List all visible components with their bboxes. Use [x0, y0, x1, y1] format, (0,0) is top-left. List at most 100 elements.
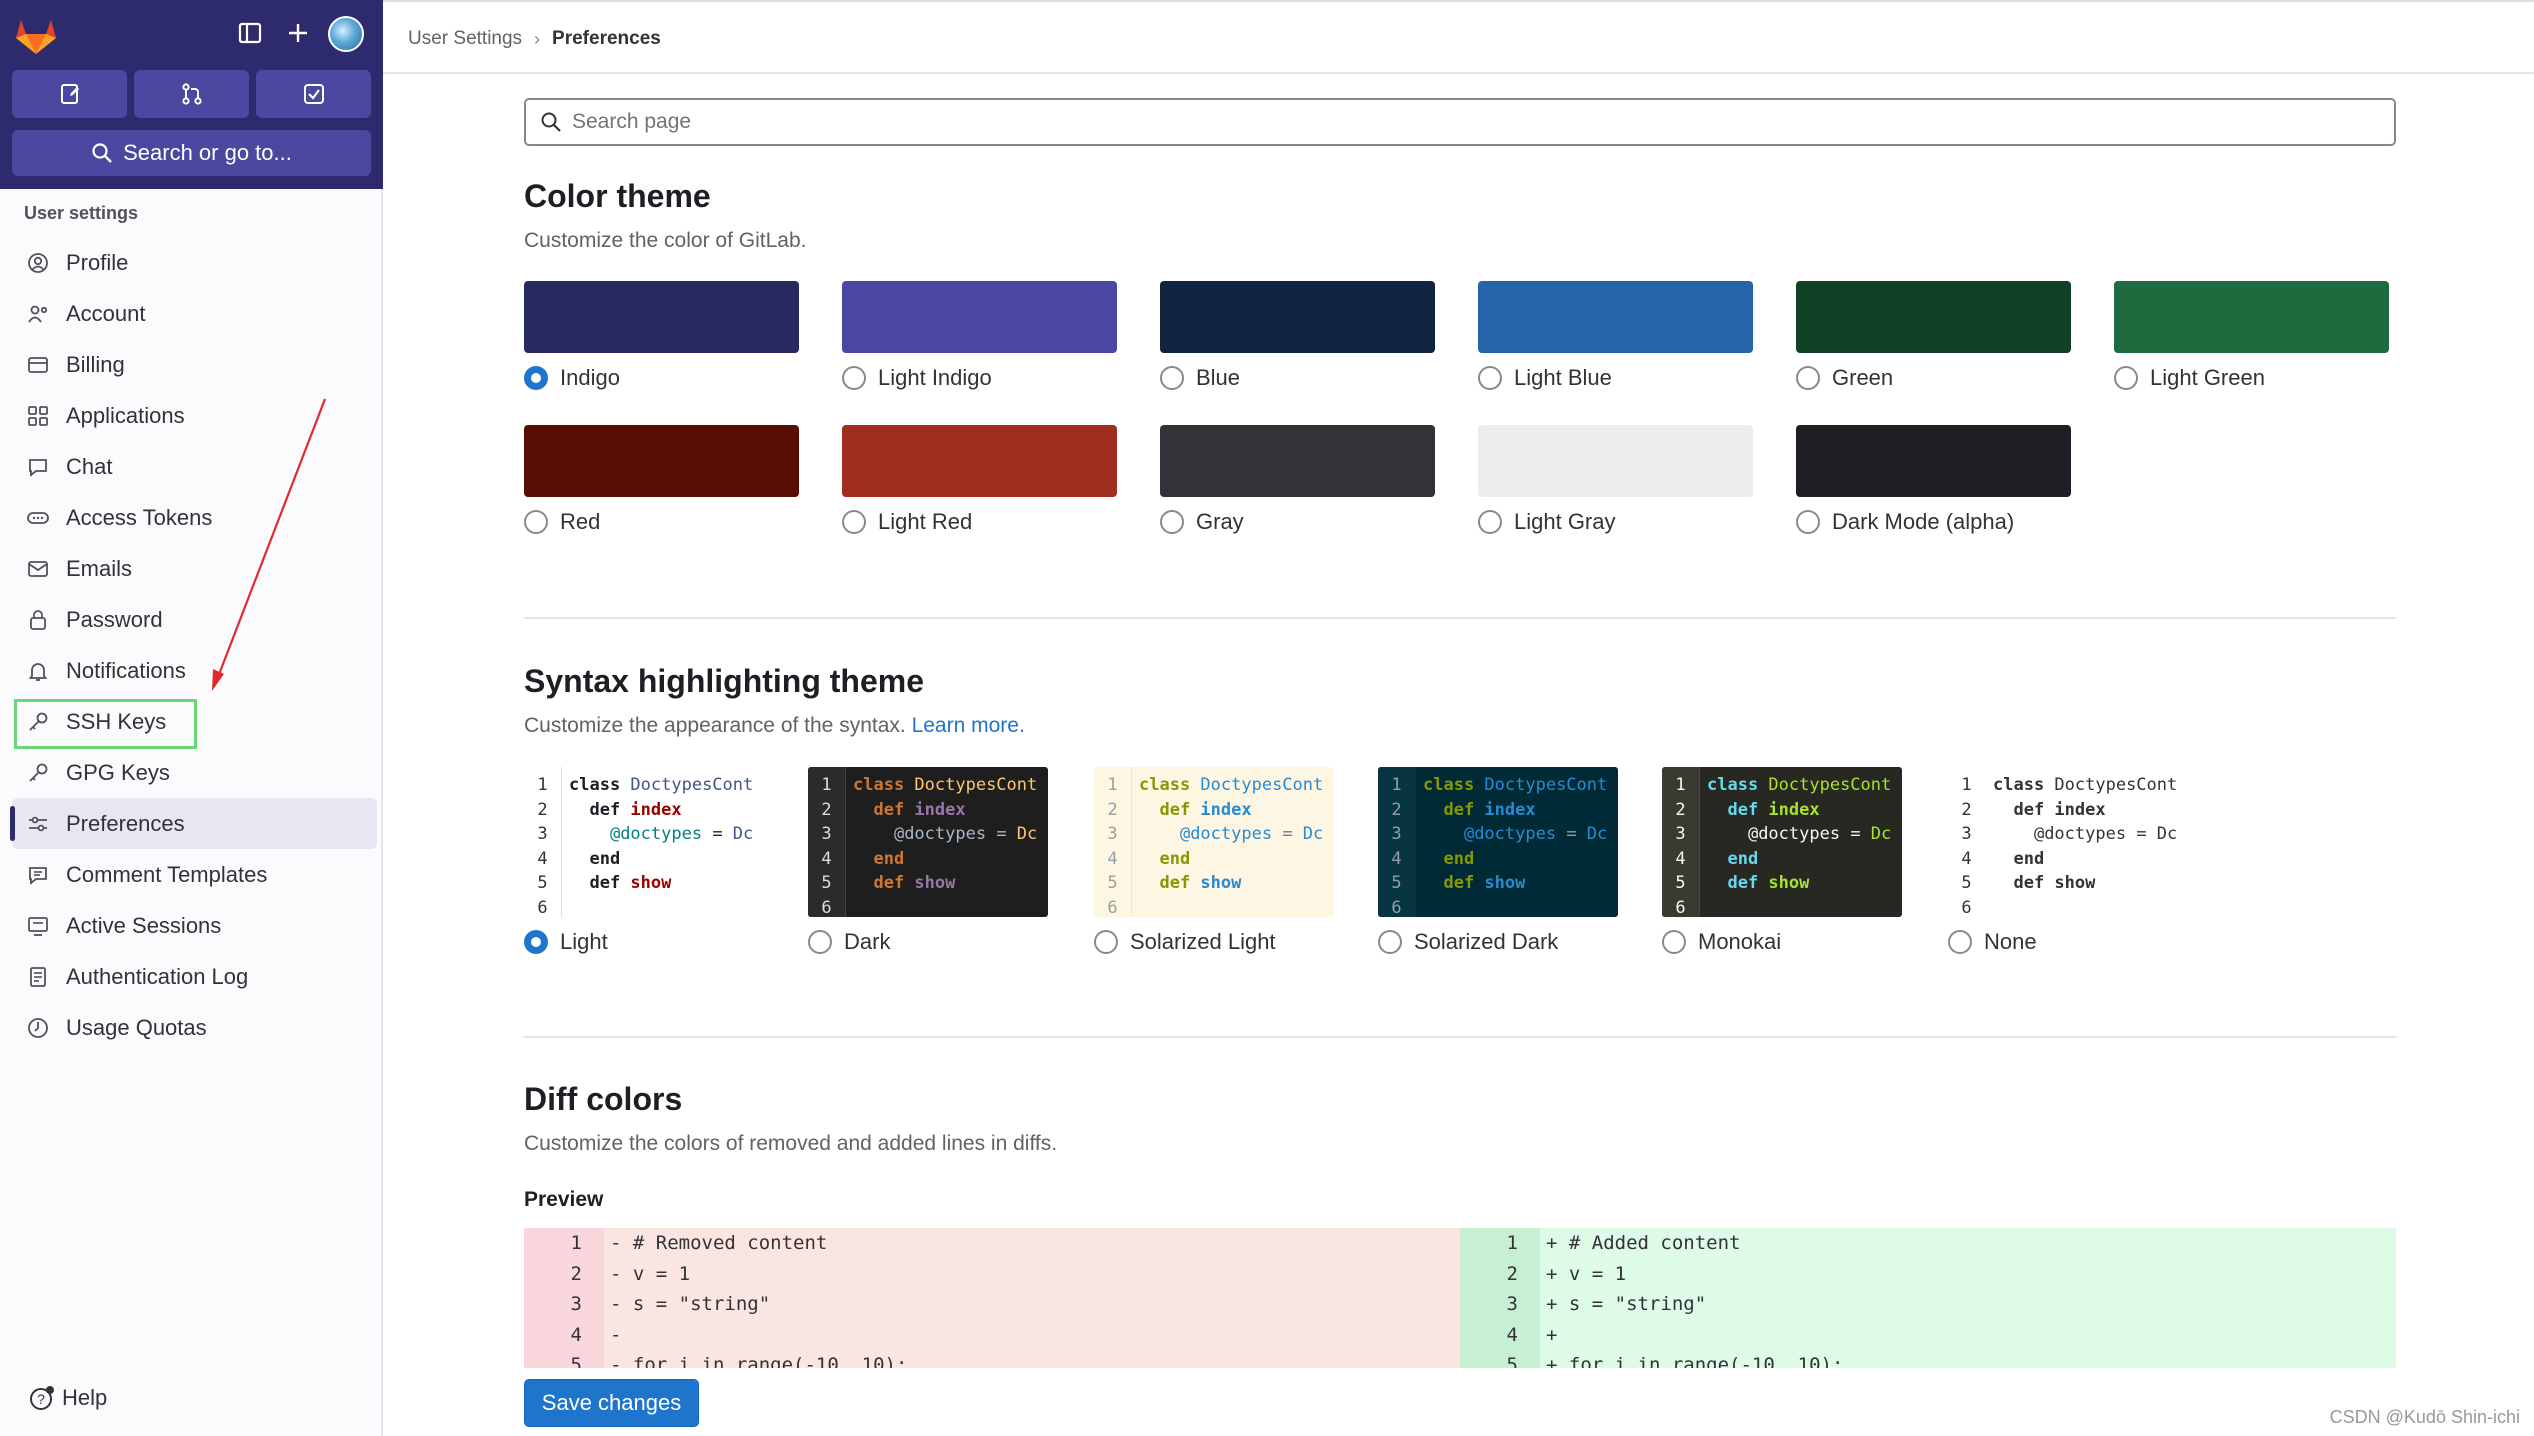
- sidebar-item-account[interactable]: Account: [12, 288, 377, 339]
- color-theme-option-green[interactable]: Green: [1796, 281, 2071, 391]
- color-swatch[interactable]: [524, 425, 799, 497]
- radio-button[interactable]: [1160, 510, 1184, 534]
- radio-button[interactable]: [1478, 510, 1502, 534]
- syntax-theme-radio-row[interactable]: Solarized Dark: [1378, 929, 1618, 955]
- save-changes-button[interactable]: Save changes: [524, 1379, 699, 1427]
- color-theme-option-light-red[interactable]: Light Red: [842, 425, 1117, 535]
- color-theme-radio-row[interactable]: Red: [524, 509, 799, 535]
- token-icon: [24, 504, 52, 532]
- radio-button[interactable]: [842, 510, 866, 534]
- sidebar-item-preferences[interactable]: Preferences: [12, 798, 377, 849]
- color-theme-option-light-indigo[interactable]: Light Indigo: [842, 281, 1117, 391]
- syntax-theme-option-monokai[interactable]: 123456class DoctypesCont def index @doct…: [1662, 767, 1902, 955]
- code-token: =: [702, 824, 733, 844]
- syntax-preview[interactable]: 123456class DoctypesCont def index @doct…: [1662, 767, 1902, 917]
- code-token: [1993, 824, 2034, 844]
- radio-button[interactable]: [524, 930, 548, 954]
- sidebar-toggle-icon[interactable]: [233, 16, 267, 50]
- radio-button[interactable]: [1478, 366, 1502, 390]
- color-theme-radio-row[interactable]: Light Red: [842, 509, 1117, 535]
- color-theme-radio-row[interactable]: Indigo: [524, 365, 799, 391]
- radio-button[interactable]: [842, 366, 866, 390]
- syntax-preview[interactable]: 123456class DoctypesCont def index @doct…: [1094, 767, 1334, 917]
- color-theme-option-light-blue[interactable]: Light Blue: [1478, 281, 1753, 391]
- color-swatch[interactable]: [1796, 281, 2071, 353]
- color-theme-radio-row[interactable]: Dark Mode (alpha): [1796, 509, 2071, 535]
- color-theme-radio-row[interactable]: Light Green: [2114, 365, 2389, 391]
- sidebar-item-usage-quotas[interactable]: Usage Quotas: [12, 1002, 377, 1053]
- color-swatch[interactable]: [1796, 425, 2071, 497]
- syntax-theme-radio-row[interactable]: Solarized Light: [1094, 929, 1334, 955]
- color-theme-radio-row[interactable]: Gray: [1160, 509, 1435, 535]
- radio-button[interactable]: [1378, 930, 1402, 954]
- syntax-preview[interactable]: 123456class DoctypesCont def index @doct…: [1378, 767, 1618, 917]
- color-swatch[interactable]: [1478, 425, 1753, 497]
- radio-button[interactable]: [808, 930, 832, 954]
- syntax-theme-radio-row[interactable]: None: [1948, 929, 2188, 955]
- color-theme-option-gray[interactable]: Gray: [1160, 425, 1435, 535]
- color-swatch[interactable]: [524, 281, 799, 353]
- radio-button[interactable]: [1094, 930, 1118, 954]
- plus-icon[interactable]: [281, 16, 315, 50]
- sidebar-item-profile[interactable]: Profile: [12, 237, 377, 288]
- syntax-theme-radio-row[interactable]: Light: [524, 929, 764, 955]
- color-theme-radio-row[interactable]: Light Gray: [1478, 509, 1753, 535]
- color-swatch[interactable]: [842, 281, 1117, 353]
- color-theme-radio-row[interactable]: Blue: [1160, 365, 1435, 391]
- diff-removed-panel: 12345 - # Removed content- v = 1- s = "s…: [524, 1228, 1460, 1368]
- todos-button[interactable]: [256, 70, 371, 118]
- radio-button[interactable]: [1796, 366, 1820, 390]
- user-avatar[interactable]: [328, 16, 364, 52]
- syntax-theme-radio-row[interactable]: Dark: [808, 929, 1048, 955]
- color-theme-option-blue[interactable]: Blue: [1160, 281, 1435, 391]
- issues-button[interactable]: [12, 70, 127, 118]
- syntax-preview[interactable]: 123456class DoctypesCont def index @doct…: [1948, 767, 2188, 917]
- sidebar-item-comment-templates[interactable]: Comment Templates: [12, 849, 377, 900]
- color-swatch[interactable]: [1160, 281, 1435, 353]
- syntax-theme-label: Light: [560, 929, 608, 955]
- learn-more-link[interactable]: Learn more.: [912, 714, 1025, 737]
- color-theme-radio-row[interactable]: Green: [1796, 365, 2071, 391]
- color-theme-option-dark-mode-alpha[interactable]: Dark Mode (alpha): [1796, 425, 2071, 535]
- radio-button[interactable]: [1160, 366, 1184, 390]
- sidebar-item-active-sessions[interactable]: Active Sessions: [12, 900, 377, 951]
- radio-button[interactable]: [524, 510, 548, 534]
- radio-button[interactable]: [524, 366, 548, 390]
- sidebar-item-label: Authentication Log: [66, 964, 248, 990]
- color-theme-option-red[interactable]: Red: [524, 425, 799, 535]
- color-swatch[interactable]: [2114, 281, 2389, 353]
- radio-button[interactable]: [1662, 930, 1686, 954]
- color-swatch[interactable]: [1160, 425, 1435, 497]
- radio-button[interactable]: [2114, 366, 2138, 390]
- color-theme-option-light-green[interactable]: Light Green: [2114, 281, 2389, 391]
- syntax-theme-option-none[interactable]: 123456class DoctypesCont def index @doct…: [1948, 767, 2188, 955]
- breadcrumb-preferences[interactable]: Preferences: [552, 28, 661, 50]
- syntax-theme-option-solarized-dark[interactable]: 123456class DoctypesCont def index @doct…: [1378, 767, 1618, 955]
- color-theme-radio-row[interactable]: Light Indigo: [842, 365, 1117, 391]
- color-theme-option-indigo[interactable]: Indigo: [524, 281, 799, 391]
- breadcrumb: User Settings › Preferences: [408, 28, 661, 50]
- color-theme-radio-row[interactable]: Light Blue: [1478, 365, 1753, 391]
- sidebar-item-billing[interactable]: Billing: [12, 339, 377, 390]
- radio-button[interactable]: [1796, 510, 1820, 534]
- syntax-theme-radio-row[interactable]: Monokai: [1662, 929, 1902, 955]
- code-token: Dc: [733, 824, 753, 844]
- sidebar-item-gpg-keys[interactable]: GPG Keys: [12, 747, 377, 798]
- merge-requests-button[interactable]: [134, 70, 249, 118]
- syntax-theme-option-solarized-light[interactable]: 123456class DoctypesCont def index @doct…: [1094, 767, 1334, 955]
- color-swatch[interactable]: [842, 425, 1117, 497]
- sidebar-item-authentication-log[interactable]: Authentication Log: [12, 951, 377, 1002]
- syntax-preview[interactable]: 123456class DoctypesCont def index @doct…: [524, 767, 764, 917]
- global-search-button[interactable]: Search or go to...: [12, 130, 371, 176]
- section-divider: [524, 1036, 2396, 1038]
- gitlab-logo-icon[interactable]: [12, 12, 60, 56]
- search-page-input[interactable]: Search page: [524, 98, 2396, 146]
- syntax-theme-option-light[interactable]: 123456class DoctypesCont def index @doct…: [524, 767, 764, 955]
- syntax-preview[interactable]: 123456class DoctypesCont def index @doct…: [808, 767, 1048, 917]
- radio-button[interactable]: [1948, 930, 1972, 954]
- breadcrumb-user-settings[interactable]: User Settings: [408, 28, 522, 50]
- syntax-theme-option-dark[interactable]: 123456class DoctypesCont def index @doct…: [808, 767, 1048, 955]
- color-theme-option-light-gray[interactable]: Light Gray: [1478, 425, 1753, 535]
- help-button[interactable]: ? Help: [28, 1384, 107, 1412]
- color-swatch[interactable]: [1478, 281, 1753, 353]
